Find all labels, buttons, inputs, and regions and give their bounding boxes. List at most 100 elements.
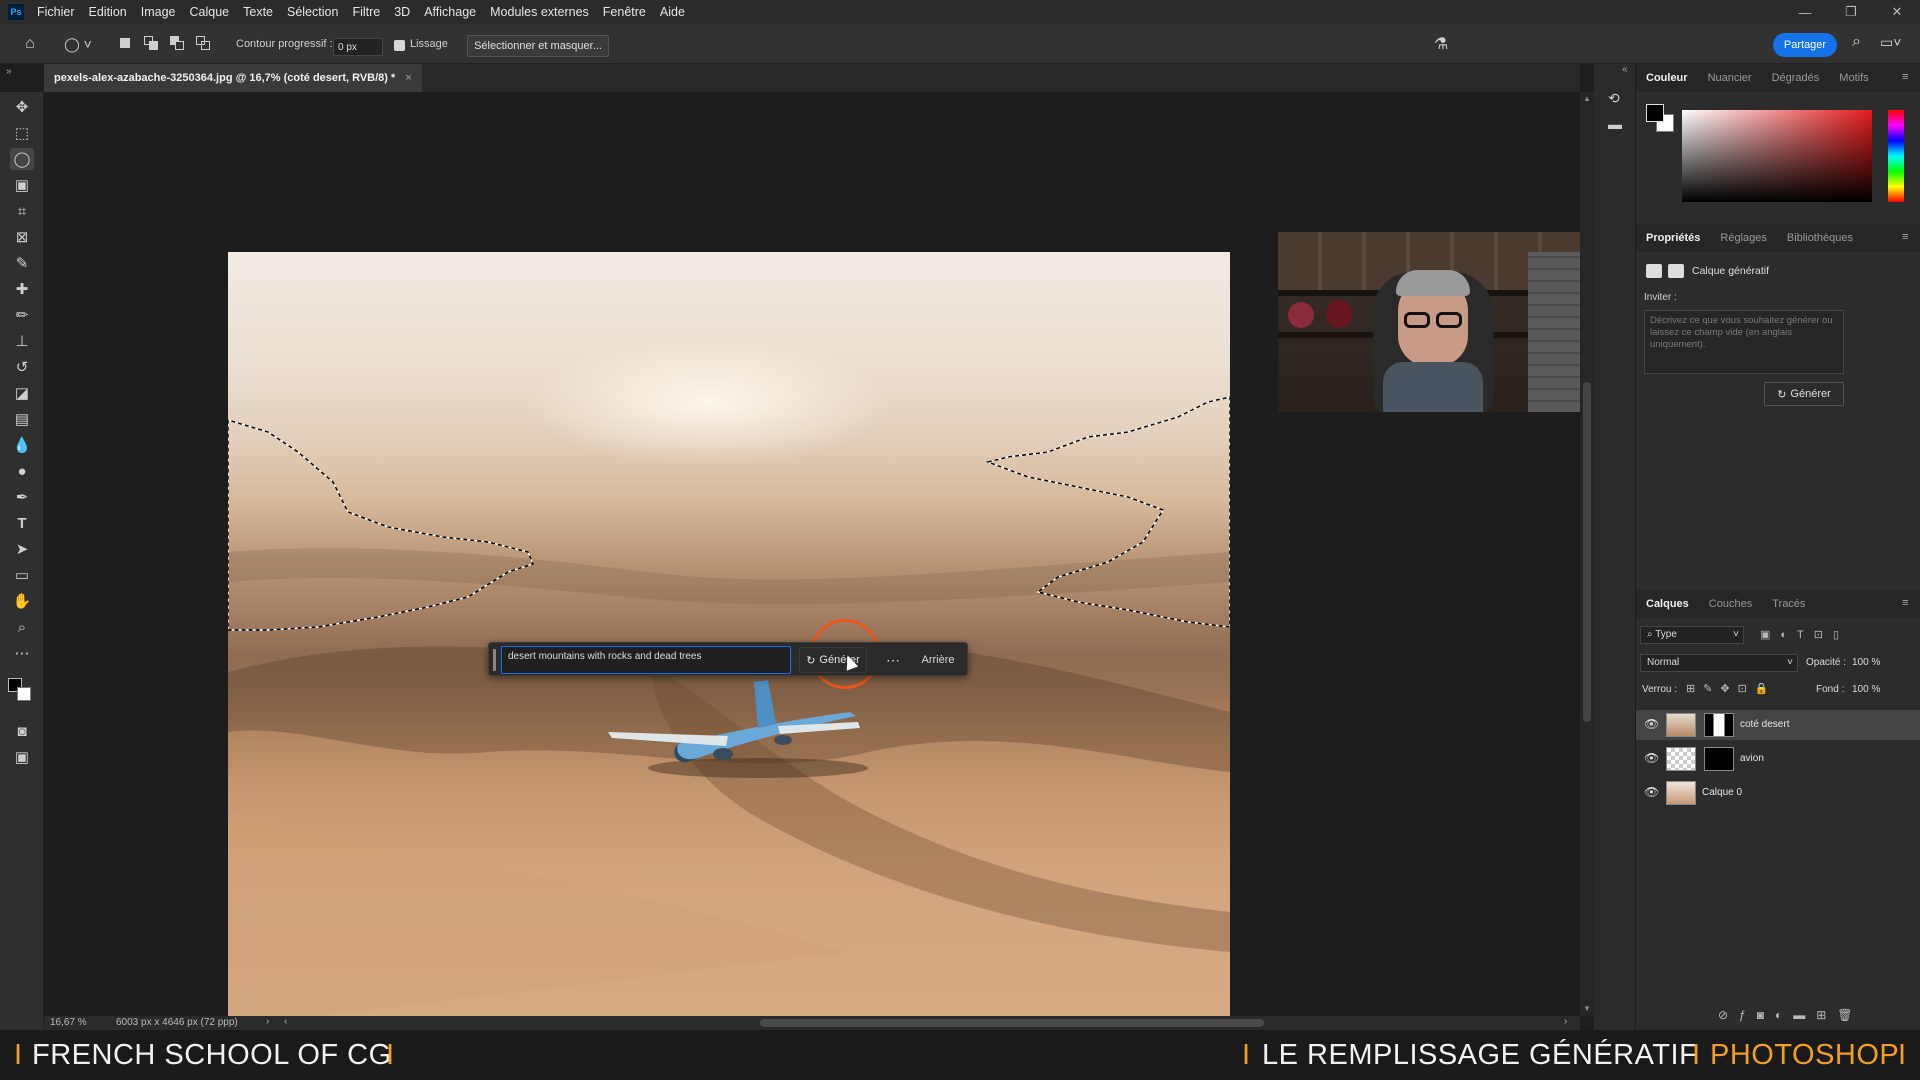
tab-couleur[interactable]: Couleur: [1636, 72, 1698, 84]
properties-prompt-textarea[interactable]: Décrivez ce que vous souhaitez générer o…: [1644, 310, 1844, 374]
document-image[interactable]: [228, 252, 1230, 1027]
menu-filtre[interactable]: Filtre: [345, 5, 387, 19]
tab-close-icon[interactable]: ×: [405, 72, 411, 84]
flask-icon[interactable]: ⚗: [1434, 34, 1448, 54]
eyedropper-tool-icon[interactable]: ✎: [10, 252, 34, 274]
vertical-scrollbar[interactable]: ▲ ▼: [1580, 92, 1594, 1016]
move-tool-icon[interactable]: ✥: [10, 96, 34, 118]
workspace-icon[interactable]: ▭˅: [1880, 34, 1901, 51]
dodge-tool-icon[interactable]: ●: [10, 460, 34, 482]
layer-row-calque-0[interactable]: 👁 Calque 0: [1636, 778, 1920, 808]
rectangle-tool-icon[interactable]: ▭: [10, 564, 34, 586]
layers-footer-icons[interactable]: ⊘ƒ◙◐▬⊞🗑: [1718, 1008, 1864, 1022]
hand-tool-icon[interactable]: ✋: [10, 590, 34, 612]
zoom-tool-icon[interactable]: ⌕: [10, 616, 34, 638]
menu-3d[interactable]: 3D: [387, 5, 417, 19]
pen-tool-icon[interactable]: ✒: [10, 486, 34, 508]
scroll-right-icon[interactable]: ›: [1564, 1016, 1567, 1027]
lock-icons[interactable]: ⊞✎✥⊡🔒: [1686, 682, 1777, 695]
status-expand-icon[interactable]: ›: [266, 1016, 269, 1027]
close-window-icon[interactable]: ✕: [1874, 0, 1920, 24]
clone-stamp-tool-icon[interactable]: ⊥: [10, 330, 34, 352]
menu-aide[interactable]: Aide: [653, 5, 692, 19]
canvas-area[interactable]: desert mountains with rocks and dead tre…: [44, 92, 1598, 1027]
panel-menu-icon[interactable]: ≡: [1902, 71, 1908, 83]
scroll-left-icon[interactable]: ‹: [284, 1016, 287, 1027]
menu-modules-externes[interactable]: Modules externes: [483, 5, 596, 19]
brush-tool-icon[interactable]: ✏: [10, 304, 34, 326]
drag-handle[interactable]: [493, 649, 496, 671]
subtract-selection-icon[interactable]: [168, 34, 186, 52]
color-picker-field[interactable]: [1682, 110, 1872, 202]
horizontal-scroll-thumb[interactable]: [760, 1019, 1264, 1027]
generate-button[interactable]: ↻ Générer: [799, 647, 867, 673]
back-button[interactable]: Arrière: [913, 647, 963, 673]
menu-fenetre[interactable]: Fenêtre: [596, 5, 653, 19]
properties-generate-button[interactable]: ↻ Générer: [1764, 382, 1844, 406]
home-icon[interactable]: ⌂: [18, 34, 42, 54]
edit-toolbar-icon[interactable]: ⋯: [10, 642, 34, 664]
layer-filter-select[interactable]: ⌕ Type ˅: [1640, 626, 1744, 644]
menu-edition[interactable]: Edition: [82, 5, 134, 19]
tab-traces[interactable]: Tracés: [1762, 598, 1815, 610]
vertical-scroll-thumb[interactable]: [1583, 382, 1591, 722]
screen-mode-icon[interactable]: ▣: [10, 746, 34, 768]
lasso-tool-icon[interactable]: ◯: [10, 148, 34, 170]
menu-texte[interactable]: Texte: [236, 5, 280, 19]
tab-calques[interactable]: Calques: [1636, 598, 1699, 610]
tab-couches[interactable]: Couches: [1699, 598, 1762, 610]
visibility-eye-icon[interactable]: 👁: [1644, 718, 1659, 730]
tab-bibliotheques[interactable]: Bibliothèques: [1777, 232, 1863, 244]
minimize-icon[interactable]: —: [1782, 0, 1828, 24]
menu-calque[interactable]: Calque: [183, 5, 237, 19]
hue-slider[interactable]: [1888, 110, 1904, 202]
path-select-tool-icon[interactable]: ➤: [10, 538, 34, 560]
scroll-up-icon[interactable]: ▲: [1583, 94, 1591, 103]
background-color-swatch[interactable]: [17, 687, 31, 701]
tab-proprietes[interactable]: Propriétés: [1636, 232, 1710, 244]
zoom-level[interactable]: 16,67 %: [50, 1017, 87, 1028]
scroll-down-icon[interactable]: ▼: [1583, 1004, 1591, 1013]
history-icon[interactable]: ⟲: [1608, 90, 1620, 107]
opacity-value[interactable]: 100 %: [1852, 657, 1880, 668]
object-select-tool-icon[interactable]: ▣: [10, 174, 34, 196]
fill-value[interactable]: 100 %: [1852, 684, 1880, 695]
blur-tool-icon[interactable]: 💧: [10, 434, 34, 456]
select-and-mask-button[interactable]: Sélectionner et masquer...: [467, 35, 609, 57]
tab-degrades[interactable]: Dégradés: [1762, 72, 1830, 84]
more-options-button[interactable]: ⋯: [879, 647, 907, 673]
visibility-eye-icon[interactable]: 👁: [1644, 786, 1659, 798]
layer-row-avion[interactable]: 👁 avion: [1636, 744, 1920, 774]
quick-mask-icon[interactable]: ◙: [10, 720, 34, 742]
blend-mode-select[interactable]: Normal ˅: [1640, 654, 1798, 672]
collapse-rail-icon[interactable]: «: [1622, 64, 1628, 75]
crop-tool-icon[interactable]: ⌗: [10, 200, 34, 222]
new-selection-icon[interactable]: [116, 34, 134, 52]
lasso-preset-icon[interactable]: ◯ ˅: [60, 34, 96, 54]
history-brush-tool-icon[interactable]: ↺: [10, 356, 34, 378]
intersect-selection-icon[interactable]: [194, 34, 212, 52]
properties-menu-icon[interactable]: ≡: [1902, 231, 1908, 243]
menu-selection[interactable]: Sélection: [280, 5, 345, 19]
restore-icon[interactable]: ❐: [1828, 0, 1874, 24]
tab-nuancier[interactable]: Nuancier: [1698, 72, 1762, 84]
search-icon[interactable]: ⌕: [1852, 33, 1861, 51]
comments-icon[interactable]: ▬: [1608, 116, 1622, 132]
smooth-checkbox[interactable]: [394, 40, 405, 51]
add-selection-icon[interactable]: [142, 34, 160, 52]
frame-tool-icon[interactable]: ⊠: [10, 226, 34, 248]
menu-image[interactable]: Image: [134, 5, 183, 19]
menu-affichage[interactable]: Affichage: [417, 5, 483, 19]
marquee-tool-icon[interactable]: ⬚: [10, 122, 34, 144]
eraser-tool-icon[interactable]: ◪: [10, 382, 34, 404]
menu-fichier[interactable]: Fichier: [30, 5, 82, 19]
layer-filter-icons[interactable]: ▣◐T⊡▯: [1760, 628, 1849, 641]
document-tab[interactable]: pexels-alex-azabache-3250364.jpg @ 16,7%…: [44, 64, 422, 92]
type-tool-icon[interactable]: T: [10, 512, 34, 534]
generative-prompt-input[interactable]: desert mountains with rocks and dead tre…: [501, 646, 791, 674]
visibility-eye-icon[interactable]: 👁: [1644, 752, 1659, 764]
tab-reglages[interactable]: Réglages: [1710, 232, 1776, 244]
gradient-tool-icon[interactable]: ▤: [10, 408, 34, 430]
layers-menu-icon[interactable]: ≡: [1902, 597, 1908, 609]
share-button[interactable]: Partager: [1773, 33, 1837, 57]
